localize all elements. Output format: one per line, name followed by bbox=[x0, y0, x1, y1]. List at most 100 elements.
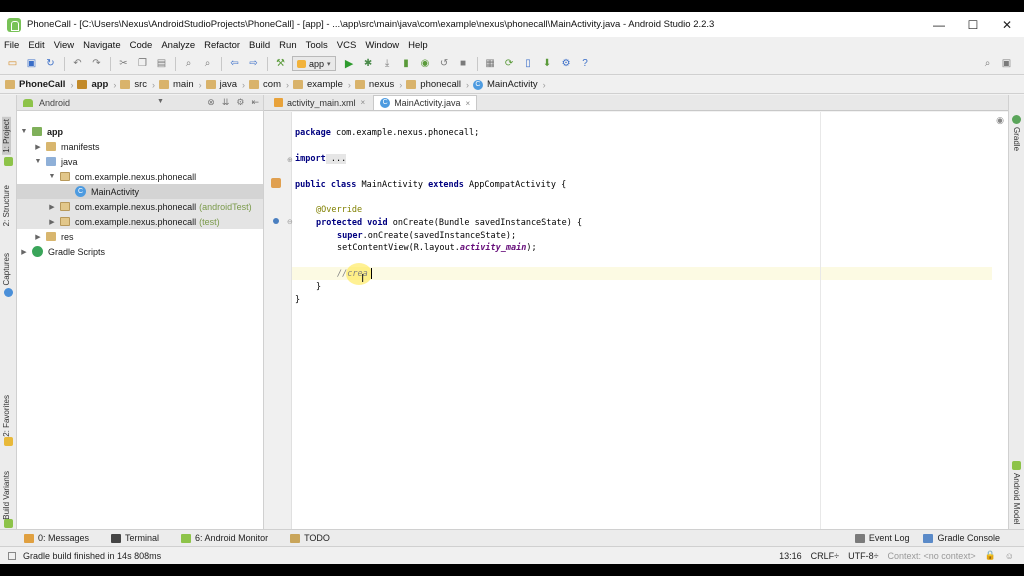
close-icon[interactable]: × bbox=[361, 98, 366, 107]
activity-icon[interactable] bbox=[271, 178, 281, 188]
fold-marker-icon[interactable]: ⊕ bbox=[287, 156, 293, 164]
paste-icon[interactable]: ▤ bbox=[154, 56, 169, 71]
tool-tab-android-monitor[interactable]: 6: Android Monitor bbox=[181, 533, 268, 543]
eye-icon[interactable]: ◉ bbox=[996, 115, 1004, 126]
tree-item-manifests[interactable]: ▶ manifests bbox=[17, 139, 263, 154]
expand-arrow-icon[interactable]: ▶ bbox=[33, 233, 43, 241]
lock-icon[interactable]: 🔒 bbox=[985, 550, 996, 561]
tree-item-java[interactable]: ▼ java bbox=[17, 154, 263, 169]
copy-icon[interactable]: ❐ bbox=[135, 56, 150, 71]
tree-item-package-test[interactable]: ▶ com.example.nexus.phonecall (test) bbox=[17, 214, 263, 229]
tool-tab-favorites[interactable]: 2: Favorites bbox=[2, 395, 11, 437]
breadcrumb-item-mainactivity[interactable]: C MainActivity › bbox=[472, 79, 546, 90]
rerun-icon[interactable]: ↺ bbox=[437, 56, 452, 71]
breadcrumb-item-example[interactable]: example › bbox=[293, 79, 351, 90]
run-icon[interactable]: ▶ bbox=[342, 56, 357, 71]
project-structure-icon[interactable]: ▦ bbox=[483, 56, 498, 71]
tree-item-gradle-scripts[interactable]: ▶ Gradle Scripts bbox=[17, 244, 263, 259]
tool-tab-gradle[interactable]: Gradle bbox=[1012, 127, 1021, 151]
apply-changes-icon[interactable]: ▮ bbox=[399, 56, 414, 71]
tree-item-res[interactable]: ▶ res bbox=[17, 229, 263, 244]
code-editor[interactable]: ◉ ⊕ ⊖ package com.example.nexus.phonecal… bbox=[264, 112, 1008, 529]
hide-panel-icon[interactable]: ⇤ bbox=[251, 97, 259, 108]
line-separator-selector[interactable]: CRLF÷ bbox=[811, 551, 839, 561]
gradle-sync-icon[interactable]: ⟳ bbox=[502, 56, 517, 71]
run-config-dropdown[interactable]: app ▾ bbox=[292, 56, 336, 71]
menu-view[interactable]: View bbox=[54, 40, 74, 51]
breadcrumb-item-nexus[interactable]: nexus › bbox=[354, 79, 402, 90]
tool-tab-event-log[interactable]: Event Log bbox=[854, 533, 909, 543]
menu-window[interactable]: Window bbox=[365, 40, 399, 51]
stop-icon[interactable]: ■ bbox=[456, 56, 471, 71]
expand-arrow-icon[interactable]: ▼ bbox=[19, 128, 29, 135]
inspector-icon[interactable]: ☺ bbox=[1005, 551, 1014, 561]
open-folder-icon[interactable]: ▭ bbox=[5, 56, 20, 71]
tool-tab-captures[interactable]: Captures bbox=[2, 253, 11, 285]
toggle-tool-windows-icon[interactable] bbox=[8, 551, 16, 560]
undo-icon[interactable]: ↶ bbox=[70, 56, 85, 71]
expand-arrow-icon[interactable]: ▼ bbox=[33, 158, 43, 165]
menu-navigate[interactable]: Navigate bbox=[83, 40, 121, 51]
make-project-icon[interactable]: ⚒ bbox=[273, 56, 288, 71]
tool-tab-messages[interactable]: 0: Messages bbox=[24, 533, 89, 543]
tool-tab-project[interactable]: 1: Project bbox=[2, 117, 11, 155]
close-button[interactable]: ✕ bbox=[990, 12, 1024, 37]
sync-scroll-icon[interactable]: ⊗ bbox=[207, 97, 215, 108]
tree-item-mainactivity[interactable]: C MainActivity bbox=[17, 184, 263, 199]
expand-arrow-icon[interactable]: ▶ bbox=[47, 218, 57, 226]
menu-vcs[interactable]: VCS bbox=[337, 40, 357, 51]
breadcrumb-item-com[interactable]: com › bbox=[249, 79, 289, 90]
profile-icon[interactable]: ◉ bbox=[418, 56, 433, 71]
tool-tab-terminal[interactable]: Terminal bbox=[111, 533, 159, 543]
cut-icon[interactable]: ✂ bbox=[116, 56, 131, 71]
tool-tab-android-model[interactable]: Android Model bbox=[1012, 473, 1021, 525]
breadcrumb-item-app[interactable]: app › bbox=[77, 79, 116, 90]
breadcrumb-item-main[interactable]: main › bbox=[159, 79, 202, 90]
replace-icon[interactable]: ⌕ bbox=[200, 56, 215, 71]
debug-icon[interactable]: ✱ bbox=[361, 56, 376, 71]
android-device-monitor-icon[interactable]: ⚙ bbox=[559, 56, 574, 71]
menu-edit[interactable]: Edit bbox=[28, 40, 44, 51]
tab-mainactivity-java[interactable]: C MainActivity.java × bbox=[373, 95, 478, 110]
override-marker-icon[interactable] bbox=[273, 218, 279, 224]
redo-icon[interactable]: ↷ bbox=[89, 56, 104, 71]
tree-item-app[interactable]: ▼ app bbox=[17, 124, 263, 139]
save-all-icon[interactable]: ▣ bbox=[24, 56, 39, 71]
avd-manager-icon[interactable]: ▯ bbox=[521, 56, 536, 71]
search-everywhere-icon[interactable]: ⌕ bbox=[980, 56, 995, 71]
maximize-button[interactable]: ☐ bbox=[956, 12, 990, 37]
expand-arrow-icon[interactable]: ▶ bbox=[33, 143, 43, 151]
gear-icon[interactable]: ⚙ bbox=[236, 97, 244, 108]
collapse-all-icon[interactable]: ⇊ bbox=[222, 97, 230, 108]
breadcrumb-item-java[interactable]: java › bbox=[205, 79, 245, 90]
caret-position[interactable]: 13:16 bbox=[779, 551, 802, 561]
back-icon[interactable]: ⇦ bbox=[227, 56, 242, 71]
tool-tab-structure[interactable]: 2: Structure bbox=[2, 185, 11, 226]
menu-build[interactable]: Build bbox=[249, 40, 270, 51]
status-message[interactable]: Gradle build finished in 14s 808ms bbox=[23, 551, 161, 561]
breadcrumb-item-phonecall-pkg[interactable]: phonecall › bbox=[406, 79, 469, 90]
chevron-down-icon[interactable]: ▼ bbox=[157, 98, 164, 105]
breadcrumb-item-src[interactable]: src › bbox=[120, 79, 155, 90]
tree-item-package-androidtest[interactable]: ▶ com.example.nexus.phonecall (androidTe… bbox=[17, 199, 263, 214]
tool-tab-build-variants[interactable]: Build Variants bbox=[2, 471, 11, 520]
expand-arrow-icon[interactable]: ▶ bbox=[47, 203, 57, 211]
encoding-selector[interactable]: UTF-8÷ bbox=[848, 551, 878, 561]
layout-icon[interactable]: ▣ bbox=[999, 56, 1014, 71]
minimize-button[interactable]: — bbox=[922, 12, 956, 37]
menu-code[interactable]: Code bbox=[130, 40, 153, 51]
find-icon[interactable]: ⌕ bbox=[181, 56, 196, 71]
forward-icon[interactable]: ⇨ bbox=[246, 56, 261, 71]
menu-help[interactable]: Help bbox=[408, 40, 428, 51]
expand-arrow-icon[interactable]: ▼ bbox=[47, 173, 57, 180]
menu-analyze[interactable]: Analyze bbox=[161, 40, 195, 51]
menu-tools[interactable]: Tools bbox=[306, 40, 328, 51]
breadcrumb-item-phonecall[interactable]: PhoneCall › bbox=[5, 79, 73, 90]
project-view-selector[interactable]: Android bbox=[39, 98, 70, 108]
help-icon[interactable]: ? bbox=[578, 56, 593, 71]
attach-debugger-icon[interactable]: ⤓ bbox=[380, 56, 395, 71]
menu-run[interactable]: Run bbox=[279, 40, 296, 51]
expand-arrow-icon[interactable]: ▶ bbox=[19, 248, 29, 256]
sdk-manager-icon[interactable]: ⬇ bbox=[540, 56, 555, 71]
tab-activity-main-xml[interactable]: activity_main.xml × bbox=[268, 95, 371, 110]
